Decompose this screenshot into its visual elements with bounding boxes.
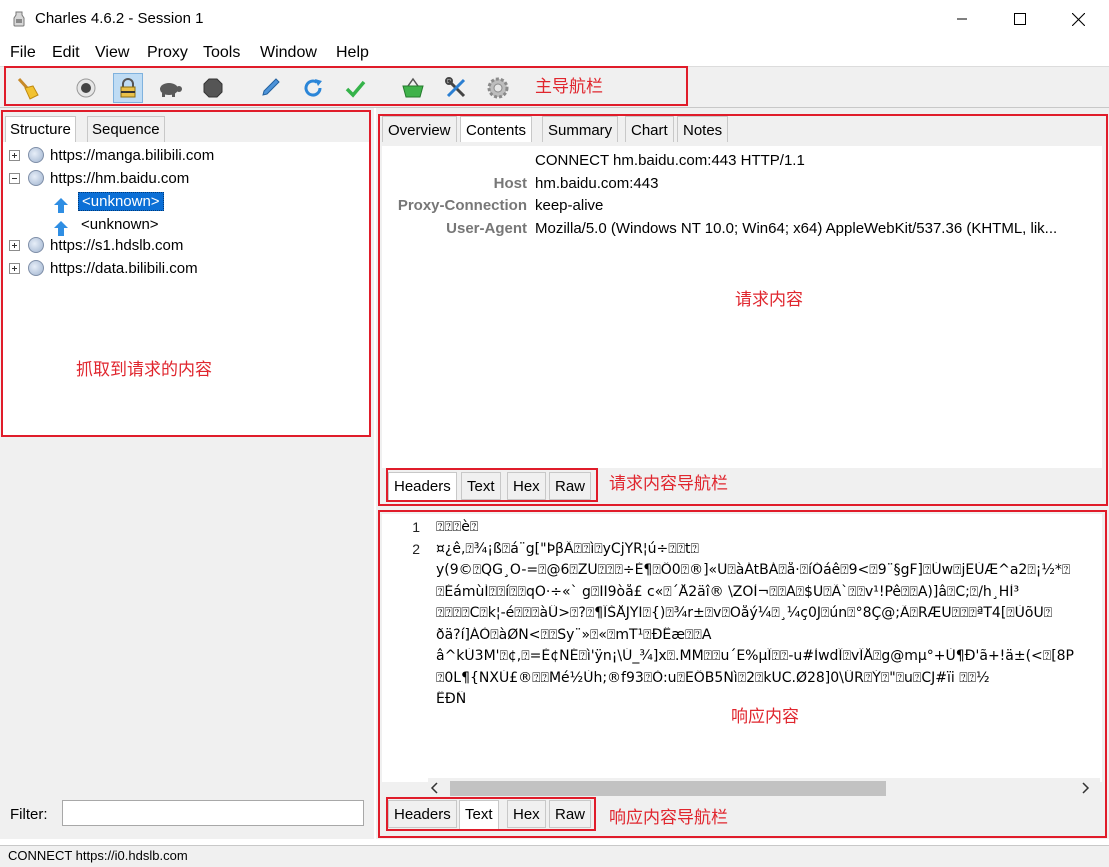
maximize-button[interactable]	[992, 0, 1048, 38]
close-icon	[1071, 12, 1085, 26]
menu-tools[interactable]: Tools	[203, 44, 240, 62]
menu-view[interactable]: View	[95, 44, 129, 62]
filter-input[interactable]	[62, 800, 364, 826]
filter-label: Filter:	[10, 806, 48, 823]
annotation-box-response	[378, 510, 1107, 838]
menu-help[interactable]: Help	[336, 44, 369, 62]
close-button[interactable]	[1050, 0, 1106, 38]
annotation-toolbar: 主导航栏	[535, 77, 603, 97]
annotation-request-nav: 请求内容导航栏	[609, 474, 728, 494]
minimize-button[interactable]	[934, 0, 990, 38]
annotation-box-request-nav	[386, 468, 598, 502]
menu-window[interactable]: Window	[260, 44, 317, 62]
annotation-response-nav: 响应内容导航栏	[609, 808, 728, 828]
annotation-box-response-nav	[386, 797, 596, 831]
annotation-box-request	[378, 114, 1108, 506]
window-title: Charles 4.6.2 - Session 1	[35, 10, 204, 27]
maximize-icon	[1014, 13, 1026, 25]
menu-edit[interactable]: Edit	[52, 44, 80, 62]
menu-file[interactable]: File	[10, 44, 36, 62]
minimize-icon	[957, 18, 967, 20]
charles-jug-icon	[13, 11, 25, 27]
annotation-tree: 抓取到请求的内容	[76, 360, 212, 380]
annotation-response: 响应内容	[731, 707, 799, 727]
menu-proxy[interactable]: Proxy	[147, 44, 188, 62]
menu-bar: File Edit View Proxy Tools Window Help	[0, 38, 1109, 66]
annotation-box-tree	[1, 110, 371, 437]
annotation-request: 请求内容	[735, 290, 803, 310]
status-text: CONNECT https://i0.hdslb.com	[8, 848, 188, 863]
